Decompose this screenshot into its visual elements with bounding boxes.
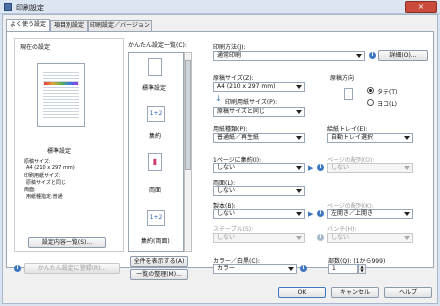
chevron-down-icon bbox=[296, 166, 302, 170]
paper-size-label: 印刷用紙サイズ(P): bbox=[225, 99, 278, 106]
color-mode-select[interactable]: カラー bbox=[213, 264, 297, 274]
window-title: 印刷設定 bbox=[16, 4, 44, 12]
punch-label: パンチ(H): bbox=[327, 226, 357, 233]
page-order-value: しない bbox=[331, 164, 350, 171]
color-mode-value: カラー bbox=[217, 265, 236, 272]
summary-line: 両面: bbox=[24, 187, 36, 193]
detail-button[interactable]: 詳細(O)... bbox=[378, 50, 428, 61]
summary-line: 印刷用紙サイズ: bbox=[24, 173, 61, 179]
preview-document-icon bbox=[37, 63, 85, 127]
binding-direction-value: 左開き／上開き bbox=[331, 210, 374, 217]
orientation-label: 原稿方向 bbox=[330, 75, 355, 82]
binding-direction-select[interactable]: 左開き／上開き bbox=[327, 209, 413, 219]
print-method-label: 印刷方法(J): bbox=[213, 44, 246, 51]
arrow-right-icon: ▶ bbox=[308, 164, 314, 172]
paper-type-value: 普通紙／再生紙 bbox=[217, 134, 260, 141]
printer-icon bbox=[4, 3, 12, 11]
settings-list-button[interactable]: 設定内容一覧(S)... bbox=[28, 237, 106, 248]
nup-duplex-preset-icon: 1+2 bbox=[147, 210, 165, 226]
print-method-select[interactable]: 通常印刷 bbox=[213, 51, 365, 61]
copies-stepper[interactable]: ▲ ▼ bbox=[358, 264, 366, 274]
list-item[interactable]: 集約 bbox=[149, 131, 161, 140]
paper-tray-select[interactable]: 自動トレイ選択 bbox=[327, 133, 413, 143]
page-order-select[interactable]: しない bbox=[327, 163, 413, 173]
landscape-label: ヨコ(L) bbox=[377, 101, 398, 108]
info-icon: i bbox=[317, 164, 324, 171]
summary-line: 用紙種指定:普通 bbox=[26, 194, 63, 200]
ok-button[interactable]: OK bbox=[278, 287, 326, 298]
tab-version[interactable]: 印刷設定／バージョン bbox=[88, 20, 152, 31]
portrait-label: タテ(T) bbox=[377, 89, 398, 96]
summary-line: 原稿サイズと同じ bbox=[26, 180, 66, 186]
paper-size-select[interactable]: 原稿サイズと同じ bbox=[213, 107, 305, 117]
nup-value: しない bbox=[217, 164, 236, 171]
punch-select[interactable]: しない bbox=[327, 233, 413, 243]
easy-settings-label: かんたん設定一覧(C): bbox=[128, 42, 187, 49]
punch-value: しない bbox=[331, 234, 350, 241]
paper-size-value: 原稿サイズと同じ bbox=[217, 108, 265, 115]
duplex-select[interactable]: しない bbox=[213, 186, 305, 196]
info-icon: i bbox=[369, 52, 376, 59]
chevron-down-icon bbox=[404, 236, 410, 240]
help-button[interactable]: ヘルプ bbox=[384, 287, 432, 298]
duplex-preset-icon: ▮ bbox=[148, 153, 162, 171]
summary-line: 原稿サイズ: bbox=[24, 159, 51, 165]
summary-line: A4 (210 x 297 mm) bbox=[26, 165, 75, 171]
staple-select[interactable]: しない bbox=[213, 233, 305, 243]
current-settings-label: 現在の設定 bbox=[20, 44, 51, 51]
scrollbar-thumb[interactable] bbox=[185, 60, 191, 170]
booklet-select[interactable]: しない bbox=[213, 209, 305, 219]
paper-type-select[interactable]: 普通紙／再生紙 bbox=[213, 133, 305, 143]
info-icon: i bbox=[317, 234, 324, 241]
close-button[interactable]: × bbox=[405, 1, 437, 13]
original-size-value: A4 (210 x 297 mm) bbox=[217, 83, 276, 90]
title-bar: 印刷設定 × bbox=[0, 0, 440, 14]
info-icon: i bbox=[317, 210, 324, 217]
chevron-down-icon bbox=[296, 236, 302, 240]
standard-preset-icon bbox=[148, 58, 162, 76]
print-method-value: 通常印刷 bbox=[217, 52, 242, 59]
paper-tray-value: 自動トレイ選択 bbox=[331, 134, 374, 141]
show-all-button[interactable]: 全件を表示する(A) bbox=[130, 256, 188, 267]
chevron-down-icon bbox=[296, 85, 302, 89]
copies-input[interactable]: 1 bbox=[328, 264, 358, 274]
info-icon: i bbox=[14, 265, 21, 272]
copies-value: 1 bbox=[332, 265, 336, 272]
list-item[interactable]: 両面 bbox=[149, 185, 161, 194]
list-item[interactable]: 集約(両面) bbox=[141, 236, 170, 245]
duplex-value: しない bbox=[217, 187, 236, 194]
chevron-down-icon bbox=[288, 267, 294, 271]
register-easy-setting-button[interactable]: かんたん設定に登録(R)... bbox=[24, 263, 120, 274]
list-item[interactable]: 標準設定 bbox=[142, 83, 166, 92]
manage-list-button[interactable]: 一覧の整理(M)... bbox=[130, 269, 188, 280]
arrow-down-icon: ↓ bbox=[215, 94, 222, 103]
tab-frequent[interactable]: よく使う設定 bbox=[6, 19, 50, 31]
info-icon: i bbox=[300, 265, 307, 272]
arrow-right-icon: ▶ bbox=[308, 210, 314, 218]
paper-tray-label: 給紙トレイ(E): bbox=[327, 126, 368, 133]
chevron-down-icon bbox=[296, 189, 302, 193]
chevron-down-icon bbox=[296, 110, 302, 114]
chevron-down-icon bbox=[404, 136, 410, 140]
original-size-select[interactable]: A4 (210 x 297 mm) bbox=[213, 82, 305, 92]
staple-label: ステープル(S): bbox=[213, 226, 254, 233]
preset-name: 標準設定 bbox=[47, 148, 72, 155]
portrait-page-icon bbox=[344, 88, 353, 100]
cancel-button[interactable]: キャンセル bbox=[331, 287, 379, 298]
staple-value: しない bbox=[217, 234, 236, 241]
landscape-radio[interactable] bbox=[367, 99, 374, 106]
booklet-value: しない bbox=[217, 210, 236, 217]
nup-preset-icon: 1+2 bbox=[147, 106, 165, 122]
original-size-label: 原稿サイズ(Z): bbox=[213, 75, 254, 82]
tab-itemized[interactable]: 項目別設定 bbox=[50, 20, 88, 31]
chevron-down-icon bbox=[296, 212, 302, 216]
chevron-down-icon bbox=[404, 166, 410, 170]
chevron-down-icon bbox=[296, 136, 302, 140]
chevron-down-icon bbox=[404, 212, 410, 216]
paper-type-label: 用紙種類(P): bbox=[213, 126, 248, 133]
chevron-down-icon bbox=[356, 54, 362, 58]
nup-select[interactable]: しない bbox=[213, 163, 305, 173]
portrait-radio[interactable] bbox=[367, 87, 374, 94]
